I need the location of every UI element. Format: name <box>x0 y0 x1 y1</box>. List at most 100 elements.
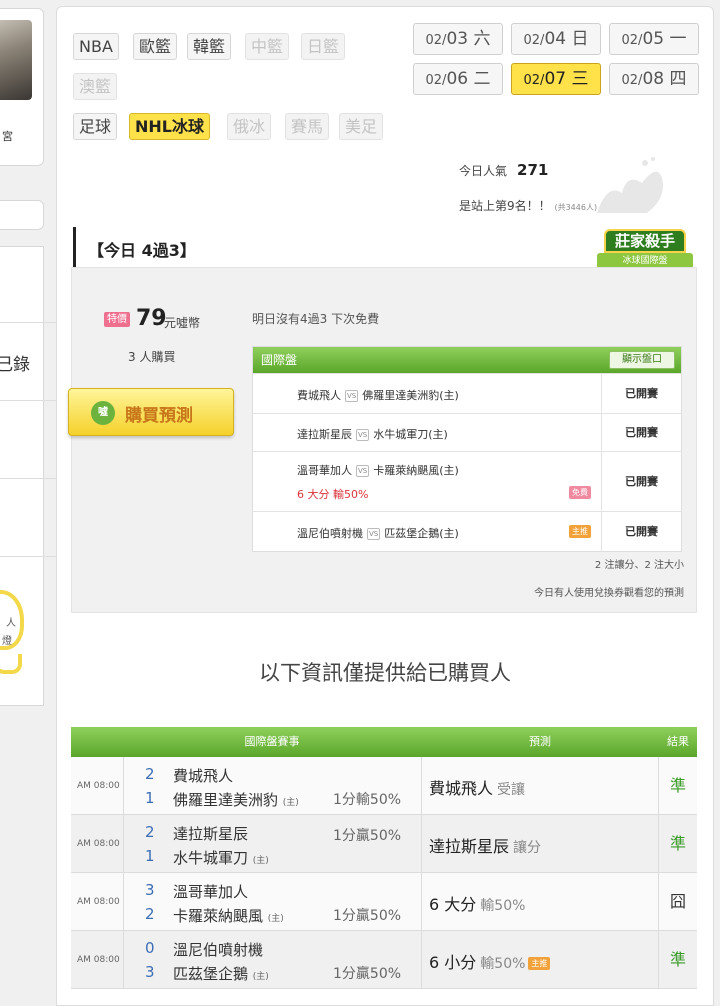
game-time: AM 08:00 <box>77 781 120 791</box>
vs-icon: VS <box>356 465 370 477</box>
score-home: 1 <box>145 847 155 865</box>
matchup: 達拉斯星辰 VS 水牛城軍刀(主) <box>297 426 448 442</box>
column-divider <box>123 815 124 872</box>
next-free-note: 明日沒有4過3 下次免費 <box>252 312 380 326</box>
line-result: 1分贏50% <box>333 908 402 924</box>
date-weekday: 二 <box>473 69 491 89</box>
prediction: 費城飛人 受讓 <box>429 775 525 799</box>
prediction-note: 輸50% <box>480 898 526 914</box>
team-away: 達拉斯星辰 <box>173 825 249 843</box>
column-divider <box>421 873 422 930</box>
date-month: 02/ <box>621 33 643 48</box>
column-divider <box>123 757 124 814</box>
date-tab[interactable]: 02/07 三 <box>511 63 601 95</box>
rank: 是站上第9名！！ (共3446人) <box>459 197 597 214</box>
bulb-text: 人 <box>6 618 16 629</box>
category-tab[interactable]: 日籃 <box>301 33 346 60</box>
team-home-name: 匹茲堡企鵝 <box>173 965 249 983</box>
avatar[interactable] <box>0 20 32 100</box>
intl-header: 國際盤 顯示盤口 <box>253 347 681 373</box>
date-month: 02/ <box>621 73 643 88</box>
date-tab[interactable]: 02/08 四 <box>609 63 699 95</box>
category-tab[interactable]: 美足 <box>339 113 384 140</box>
host-tag: (主) <box>282 798 299 808</box>
away-team: 達拉斯星辰 <box>297 428 352 441</box>
score-home: 3 <box>145 963 155 981</box>
intl-game-row: 達拉斯星辰 VS 水牛城軍刀(主) 已開賽 <box>253 413 681 451</box>
date-tab[interactable]: 02/03 六 <box>413 23 503 55</box>
prediction-box: 特價 79 元噓幣 3 人購買 明日沒有4過3 下次免費 噓 購買預測 國際盤 … <box>68 267 697 613</box>
category-tab[interactable]: 韓籃 <box>187 33 232 60</box>
results-rows: AM 08:00 2 費城飛人 1 佛羅里達美洲豹 (主) 1分輸50% 費城飛人 受讓準 AM… <box>71 757 697 989</box>
game-time: AM 08:00 <box>77 955 120 965</box>
side-divider <box>0 400 56 401</box>
game-time: AM 08:00 <box>77 839 120 849</box>
popularity-label: 今日人氣 <box>459 164 508 178</box>
category-tab[interactable]: NBA <box>73 33 119 60</box>
date-month: 02/ <box>523 33 545 48</box>
side-divider <box>0 556 56 557</box>
intl-game-row: 溫尼伯噴射機 VS 匹茲堡企鵝(主) 主推 已開賽 <box>253 511 681 551</box>
home-team: 水牛城軍刀(主) <box>373 428 448 441</box>
pick-tag: 免費 <box>569 486 591 499</box>
game-status: 已開賽 <box>601 452 681 511</box>
buy-prediction-button[interactable]: 噓 購買預測 <box>68 388 234 436</box>
date-day: 06 <box>446 69 469 89</box>
team-home-name: 卡羅萊納颶風 <box>173 907 264 925</box>
intl-games-panel: 國際盤 顯示盤口 費城飛人 VS 佛羅里達美洲豹(主) 已開賽 達拉斯星辰 VS 水牛城軍刀… <box>252 346 682 552</box>
prediction: 6 小分 輸50% 主推 <box>429 949 551 973</box>
team-home: 水牛城軍刀 (主) <box>173 847 269 868</box>
category-tab[interactable]: NHL冰球 <box>129 113 210 140</box>
date-day: 03 <box>446 29 469 49</box>
prediction-pick: 達拉斯星辰 <box>429 837 510 856</box>
home-team: 匹茲堡企鵝(主) <box>384 527 459 540</box>
score-away: 2 <box>145 823 155 841</box>
coupon-note: 今日有人使用兌換券觀看您的預測 <box>534 588 684 599</box>
category-tab[interactable]: 賽馬 <box>285 113 330 140</box>
bulb-text: 燈 <box>2 636 12 647</box>
buyers-only-heading: 以下資訊僅提供給已購買人 <box>259 661 511 685</box>
results-table: 國際盤賽事 預測 結果 AM 08:00 2 費城飛人 1 佛羅里達美洲豹 (主) 1分輸… <box>71 727 697 989</box>
popularity-value: 271 <box>517 161 549 179</box>
date-weekday: 一 <box>669 29 687 49</box>
profile-label: 宮 <box>2 130 13 143</box>
line-result: 1分贏50% <box>333 966 402 982</box>
date-tab[interactable]: 02/04 日 <box>511 23 601 55</box>
away-team: 費城飛人 <box>297 389 341 402</box>
category-tab[interactable]: 澳籃 <box>73 73 118 100</box>
coin-icon: 噓 <box>91 401 115 425</box>
date-day: 05 <box>642 29 665 49</box>
team-home: 佛羅里達美洲豹 (主) <box>173 789 299 810</box>
show-lines-button[interactable]: 顯示盤口 <box>609 351 675 369</box>
date-day: 07 <box>544 69 567 89</box>
line-result: 1分輸50% <box>333 792 402 808</box>
category-tab[interactable]: 歐籃 <box>133 33 178 60</box>
badge-title: 莊家殺手 <box>604 229 686 253</box>
category-tab[interactable]: 俄冰 <box>227 113 272 140</box>
table-row: AM 08:00 0 溫尼伯噴射機 3 匹茲堡企鵝 (主) 1分贏50% 6 小分 輸50% 主… <box>71 931 697 989</box>
team-home: 匹茲堡企鵝 (主) <box>173 963 269 984</box>
result-verdict: 準 <box>669 834 686 853</box>
side-menu-record[interactable]: 己錄 <box>0 350 30 375</box>
date-tab[interactable]: 02/05 一 <box>609 23 699 55</box>
header-match: 國際盤賽事 <box>244 735 300 748</box>
date-month: 02/ <box>425 73 447 88</box>
score-away: 2 <box>145 765 155 783</box>
date-day: 08 <box>642 69 665 89</box>
category-tab[interactable]: 足球 <box>73 113 118 140</box>
prediction-pick: 6 大分 <box>429 895 477 914</box>
result-verdict: 準 <box>669 950 686 969</box>
date-tab[interactable]: 02/06 二 <box>413 63 503 95</box>
main-pick-tag: 主推 <box>528 957 551 970</box>
date-weekday: 四 <box>669 69 687 89</box>
prediction: 達拉斯星辰 讓分 <box>429 833 541 857</box>
sale-tag: 特價 <box>104 312 130 327</box>
date-month: 02/ <box>523 73 545 88</box>
rank-text: 是站上第9名！！ <box>459 199 551 213</box>
matchup: 費城飛人 VS 佛羅里達美洲豹(主) <box>297 387 459 403</box>
category-tab[interactable]: 中籃 <box>245 33 290 60</box>
score-away: 0 <box>145 939 155 957</box>
header-prediction: 預測 <box>529 735 551 748</box>
result-verdict: 囧 <box>669 892 686 911</box>
price-unit: 元噓幣 <box>164 316 201 330</box>
